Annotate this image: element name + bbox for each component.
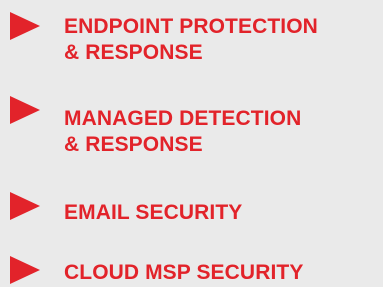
menu-item-endpoint-protection-response[interactable]: ENDPOINT PROTECTION & RESPONSE <box>0 0 383 74</box>
menu-item-label-line: ENDPOINT PROTECTION <box>64 15 318 38</box>
menu-item-email-security[interactable]: EMAIL SECURITY <box>0 192 383 232</box>
menu-item-label-line: & RESPONSE <box>64 41 203 64</box>
menu-item-cloud-msp-security[interactable]: CLOUD MSP SECURITY <box>0 252 383 287</box>
triangle-arrow-right-icon <box>10 192 40 220</box>
menu-item-managed-detection-response[interactable]: MANAGED DETECTION & RESPONSE <box>0 96 383 170</box>
menu-item-label-line: MANAGED DETECTION <box>64 107 302 130</box>
menu-item-label-line: & RESPONSE <box>64 133 203 156</box>
security-solutions-menu: ENDPOINT PROTECTION & RESPONSE MANAGED D… <box>0 0 383 287</box>
menu-item-label-line: CLOUD MSP SECURITY <box>64 261 304 284</box>
menu-item-label-line: EMAIL SECURITY <box>64 201 243 224</box>
menu-item-label: CLOUD MSP SECURITY <box>64 260 379 286</box>
triangle-arrow-right-icon <box>10 256 40 284</box>
menu-item-label: ENDPOINT PROTECTION & RESPONSE <box>64 14 379 66</box>
menu-item-label: EMAIL SECURITY <box>64 200 379 226</box>
triangle-arrow-right-icon <box>10 96 40 124</box>
menu-item-label: MANAGED DETECTION & RESPONSE <box>64 106 379 158</box>
triangle-arrow-right-icon <box>10 12 40 40</box>
